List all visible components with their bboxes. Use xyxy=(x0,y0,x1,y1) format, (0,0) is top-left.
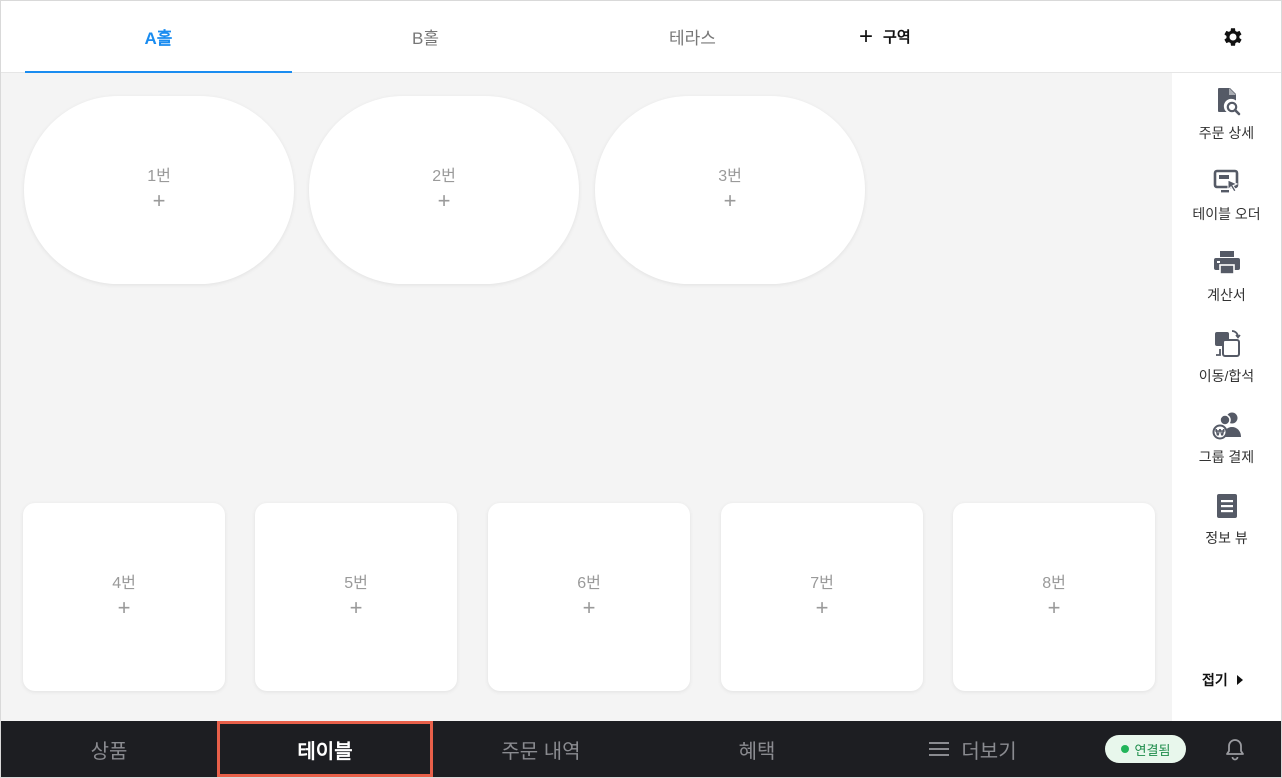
sidebar-label: 주문 상세 xyxy=(1198,125,1255,141)
sidebar-item-group-payment[interactable]: ₩ 그룹 결제 xyxy=(1172,409,1281,479)
table-4[interactable]: 4번 + xyxy=(23,503,225,691)
add-order-icon: + xyxy=(437,188,451,213)
add-order-icon: + xyxy=(723,188,737,213)
table-6[interactable]: 6번 + xyxy=(488,503,690,691)
collapse-label: 접기 xyxy=(1202,672,1228,688)
sidebar-item-bill[interactable]: 계산서 xyxy=(1172,247,1281,317)
table-2[interactable]: 2번 + xyxy=(309,96,579,284)
table-name: 4번 xyxy=(112,575,136,592)
add-order-icon: + xyxy=(152,188,166,213)
table-order-icon xyxy=(1213,169,1238,193)
table-1[interactable]: 1번 + xyxy=(24,96,294,284)
nav-more[interactable]: 더보기 xyxy=(865,721,1081,777)
add-zone-button[interactable]: + 구역 xyxy=(859,1,911,72)
bell-icon[interactable] xyxy=(1223,737,1247,761)
action-sidebar: 주문 상세 테이블 오더 계산서 이동/합석 ₩ 그룹 결제 정보 뷰 접기 xyxy=(1172,73,1281,721)
sidebar-label: 그룹 결제 xyxy=(1198,449,1255,465)
sidebar-item-order-detail[interactable]: 주문 상세 xyxy=(1172,85,1281,155)
caret-right-icon xyxy=(1236,675,1243,685)
sidebar-label: 계산서 xyxy=(1207,287,1246,303)
table-name: 5번 xyxy=(344,575,368,592)
tab-zone-b[interactable]: B홀 xyxy=(292,1,559,72)
tab-zone-a[interactable]: A홀 xyxy=(25,1,292,73)
table-name: 6번 xyxy=(577,575,601,592)
table-8[interactable]: 8번 + xyxy=(953,503,1155,691)
zone-tab-bar: A홀 B홀 테라스 + 구역 xyxy=(1,1,1281,73)
svg-text:₩: ₩ xyxy=(1215,429,1225,439)
nav-tables[interactable]: 테이블 xyxy=(217,721,433,777)
add-order-icon: + xyxy=(349,595,363,620)
add-order-icon: + xyxy=(1047,595,1061,620)
printer-icon xyxy=(1213,251,1240,275)
order-detail-icon xyxy=(1217,88,1240,116)
connection-status-label: 연결됨 xyxy=(1134,742,1171,758)
table-floor-plan: 1번 + 2번 + 3번 + 4번 + 5번 + 6번 + 7번 + 8번 + xyxy=(1,73,1172,721)
sidebar-label: 테이블 오더 xyxy=(1192,206,1261,222)
bottom-navigation: 상품 테이블 주문 내역 혜택 더보기 연결됨 xyxy=(1,721,1281,777)
table-name: 3번 xyxy=(718,168,742,185)
nav-more-label: 더보기 xyxy=(961,740,1017,763)
table-name: 1번 xyxy=(147,168,171,185)
sidebar-item-move-merge[interactable]: 이동/합석 xyxy=(1172,328,1281,398)
sidebar-label: 정보 뷰 xyxy=(1205,530,1248,546)
nav-order-history[interactable]: 주문 내역 xyxy=(433,721,649,777)
sidebar-item-table-order[interactable]: 테이블 오더 xyxy=(1172,166,1281,236)
nav-benefits[interactable]: 혜택 xyxy=(649,721,865,777)
table-name: 2번 xyxy=(432,168,456,185)
menu-icon xyxy=(929,742,950,756)
sidebar-label: 이동/합석 xyxy=(1198,368,1255,384)
table-name: 7번 xyxy=(810,575,834,592)
table-5[interactable]: 5번 + xyxy=(255,503,457,691)
plus-icon: + xyxy=(859,22,874,50)
gear-icon[interactable] xyxy=(1221,25,1245,49)
group-payment-icon: ₩ xyxy=(1212,412,1241,440)
sidebar-item-info-view[interactable]: 정보 뷰 xyxy=(1172,490,1281,560)
table-3[interactable]: 3번 + xyxy=(595,96,865,284)
status-dot xyxy=(1120,745,1129,753)
nav-products[interactable]: 상품 xyxy=(1,721,217,777)
tab-terrace[interactable]: 테라스 xyxy=(559,1,826,72)
add-order-icon: + xyxy=(117,595,131,620)
collapse-sidebar-button[interactable]: 접기 xyxy=(1202,670,1244,690)
table-7[interactable]: 7번 + xyxy=(721,503,923,691)
connection-status-badge: 연결됨 xyxy=(1105,735,1186,763)
table-name: 8번 xyxy=(1042,575,1066,592)
move-merge-icon xyxy=(1214,330,1241,357)
add-zone-label: 구역 xyxy=(883,29,911,46)
add-order-icon: + xyxy=(815,595,829,620)
add-order-icon: + xyxy=(582,595,596,620)
info-view-icon xyxy=(1216,494,1237,518)
